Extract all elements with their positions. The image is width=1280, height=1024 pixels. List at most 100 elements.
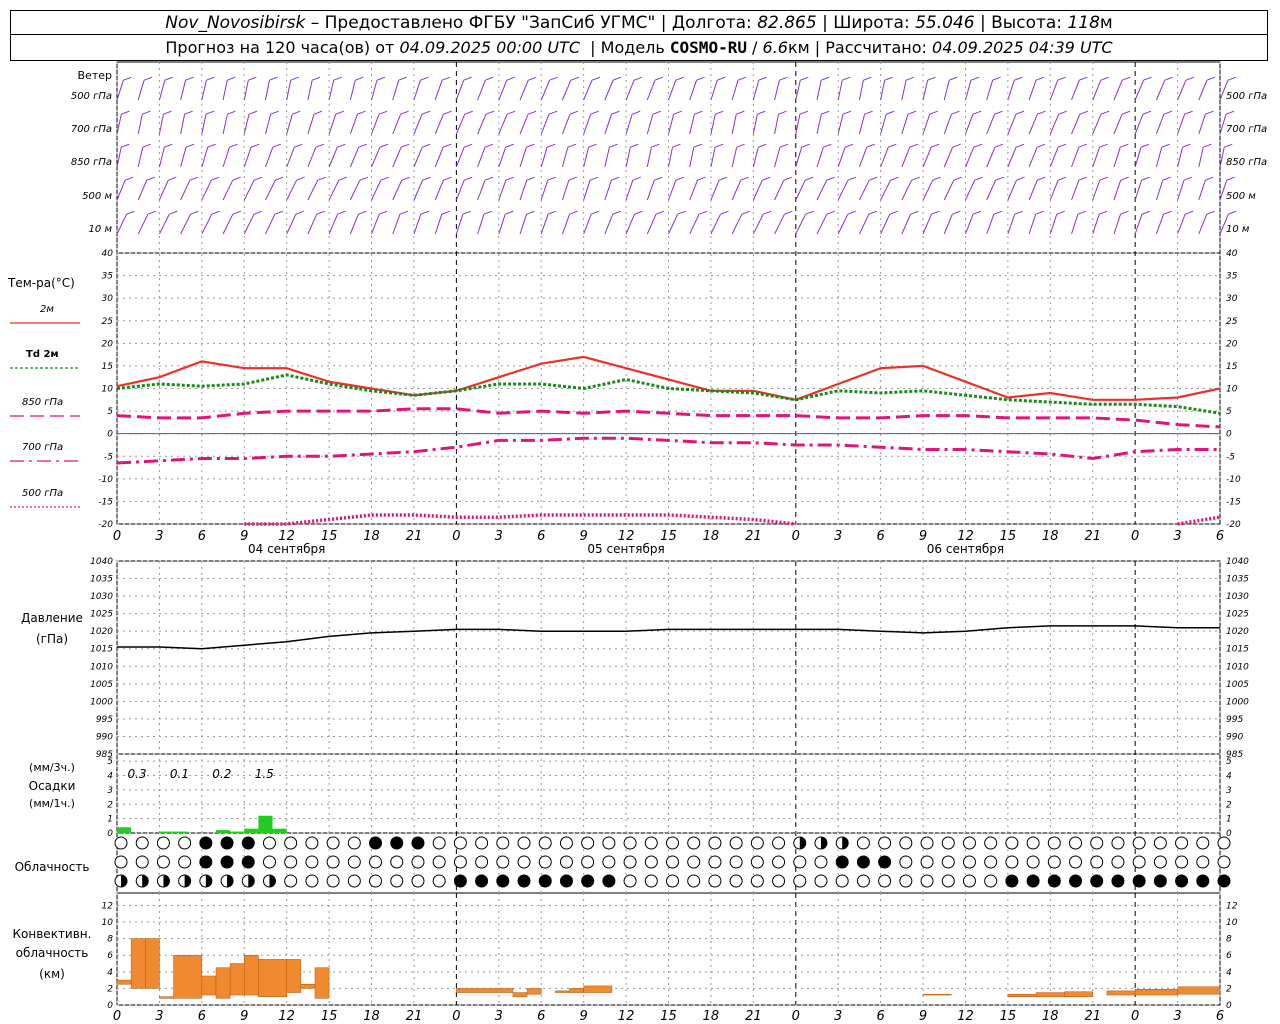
wind-barb [201, 213, 213, 235]
cloud-cover-symbol [581, 836, 595, 850]
wind-barb [158, 80, 166, 101]
precip-bar [230, 831, 245, 833]
wind-barb [646, 114, 654, 135]
wind-barb-feather [1225, 110, 1235, 115]
press-ytick-right: 1030 [1226, 592, 1249, 602]
wind-barb [265, 179, 276, 201]
cloud-cover-symbol [1026, 855, 1040, 869]
wind-barb [731, 147, 738, 168]
conv-cloud-bar [130, 938, 146, 989]
cloud-cover-symbol [199, 855, 213, 869]
wind-barb-feather [485, 110, 495, 115]
cloud-cover-symbol [1175, 836, 1189, 850]
wind-barb-feather [185, 76, 194, 81]
wind-barb [1071, 214, 1079, 235]
wind-barb-feather [124, 176, 134, 181]
wind-barb-feather [632, 176, 641, 181]
wind-barb [540, 114, 550, 135]
wind-barb-feather [232, 210, 242, 215]
precip-bar [159, 831, 174, 833]
cloud-cover-symbol [496, 836, 510, 850]
wind-barb [328, 179, 340, 201]
wind-barb-feather [126, 210, 135, 215]
cloud-cover-symbol [666, 855, 679, 869]
cloud-cover-half [799, 837, 806, 849]
wind-barb-feather [714, 143, 724, 148]
wind-barb [795, 80, 801, 101]
temp-ytick-left: 40 [102, 249, 114, 259]
wind-barb-feather [1120, 176, 1129, 181]
cloud-cover-symbol [941, 874, 955, 888]
wind-barb-feather [142, 143, 151, 148]
wind-barb-feather [757, 110, 766, 115]
wind-barb-feather [951, 110, 960, 115]
wind-barb [668, 180, 677, 201]
wind-barb-feather [1078, 176, 1088, 181]
cloud-cover-symbol [835, 874, 849, 888]
time-tick-label: 12 [278, 1009, 295, 1024]
wind-barb [901, 114, 909, 135]
wind-barb [965, 147, 975, 168]
precip-ytick-right: 1 [1226, 815, 1232, 825]
wind-barb-feather [398, 76, 407, 81]
cloud-cover-half [820, 837, 827, 849]
wind-barb [158, 147, 165, 168]
wind-barb [1049, 80, 1059, 101]
wind-barb-feather [800, 76, 809, 81]
wind-barb-feather [463, 143, 473, 148]
wind-barb [816, 114, 822, 135]
wind-barb-feather [548, 110, 558, 115]
cloud-cover-symbol [962, 855, 976, 869]
cloud-cover-symbol [793, 874, 807, 888]
wind-barb [561, 114, 571, 135]
wind-barb-feather [994, 143, 1004, 148]
wind-barb [455, 147, 465, 168]
wind-barb-feather [1120, 210, 1129, 215]
wind-barb-feather [338, 176, 348, 181]
cloud-cover-symbol [750, 836, 764, 850]
wind-barb-feather [505, 210, 514, 215]
press-ytick-right: 1000 [1226, 697, 1249, 707]
wind-barb-feather [826, 176, 835, 181]
precip-total-label: 1.5 [255, 767, 274, 781]
wind-barb-feather [355, 76, 364, 81]
wind-barb [1155, 180, 1164, 201]
wind-barb-feather [591, 210, 600, 215]
press-ytick-left: 1020 [90, 627, 113, 637]
time-tick-label: 18 [363, 1009, 380, 1024]
press-ytick-left: 1040 [90, 557, 113, 567]
wind-barb-feather [890, 176, 899, 181]
wind-barb [434, 180, 444, 201]
wind-barb-feather [1161, 143, 1170, 148]
wind-barb-feather [1122, 76, 1131, 81]
temp-legend-label: 2м [40, 304, 54, 315]
wind-barb-feather [1140, 143, 1150, 148]
wind-barb [349, 214, 359, 235]
wind-barb-feather [970, 76, 980, 81]
time-tick-label: 15 [1000, 1009, 1017, 1024]
cloud-cover-symbol [708, 874, 722, 888]
wind-barb [1177, 147, 1183, 168]
wind-barb-feather [1163, 210, 1172, 215]
temp-ytick-left: 15 [102, 362, 114, 372]
wind-barb-feather [740, 176, 749, 181]
time-tick-label: 21 [1084, 1009, 1101, 1024]
temp-series-4 [244, 513, 1221, 526]
cloud-cover-symbol [156, 855, 170, 869]
cloud-cover-symbol [1196, 836, 1210, 850]
wind-barb [795, 114, 801, 135]
wind-barb [243, 80, 249, 101]
wind-barb-feather [1163, 110, 1173, 115]
wind-barb [1028, 80, 1037, 101]
cloud-cover-symbol [962, 874, 976, 888]
cloud-cover-symbol [326, 874, 340, 888]
wind-level-label-right: 10 м [1226, 224, 1250, 235]
wind-barb [371, 114, 380, 135]
wind-barb [222, 114, 228, 135]
wind-barb [413, 214, 422, 235]
wind-barb-feather [420, 210, 430, 215]
wind-barb [349, 147, 360, 168]
wind-barb [943, 214, 953, 235]
cloud-cover-symbol [453, 874, 467, 888]
wind-barb [222, 147, 230, 168]
